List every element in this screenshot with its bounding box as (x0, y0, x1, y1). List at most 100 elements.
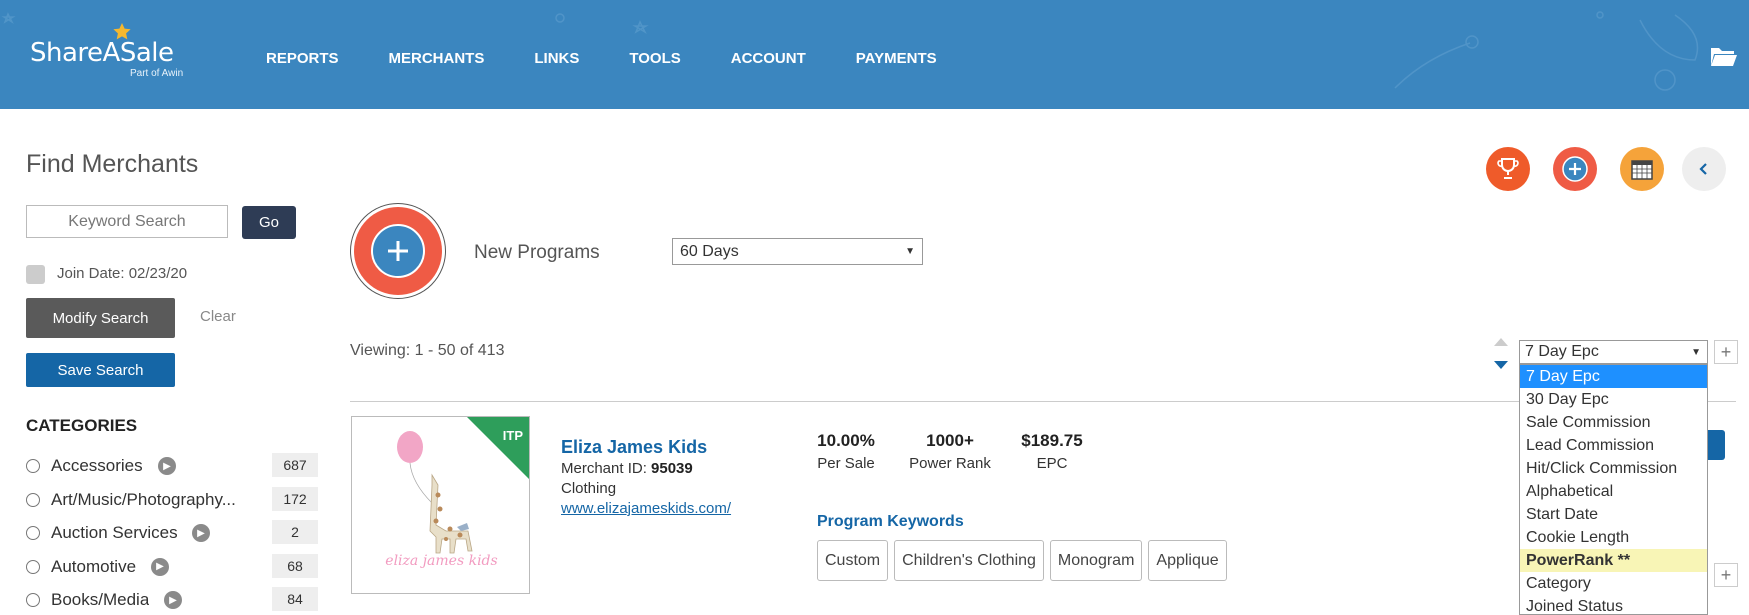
modify-search-button[interactable]: Modify Search (26, 298, 175, 338)
keyword-tag[interactable]: Children's Clothing (894, 540, 1044, 581)
sort-option[interactable]: Category (1520, 572, 1707, 595)
page-title: Find Merchants (26, 150, 199, 178)
plus-sign (388, 241, 408, 261)
save-search-button[interactable]: Save Search (26, 353, 175, 387)
category-item[interactable]: Auction Services ▶ 2 (26, 520, 318, 556)
category-radio[interactable] (26, 559, 40, 574)
new-programs-label: New Programs (474, 242, 600, 263)
trophy-icon (1497, 158, 1519, 179)
category-radio[interactable] (26, 526, 40, 540)
new-programs-badge[interactable] (350, 203, 446, 299)
merchant-name[interactable]: Eliza James Kids (561, 437, 707, 458)
category-name: Art/Music/Photography... (51, 489, 236, 509)
category-item[interactable]: Accessories ▶ 687 (26, 453, 318, 489)
category-count: 2 (272, 520, 318, 544)
expand-merchant-button[interactable]: + (1714, 563, 1738, 587)
category-name: Accessories (51, 456, 143, 475)
keyword-tag[interactable]: Custom (817, 540, 889, 581)
category-count: 687 (272, 453, 318, 477)
brand-name: ShareASale (30, 38, 174, 68)
nav-reports[interactable]: REPORTS (266, 50, 339, 67)
category-radio[interactable] (26, 492, 40, 507)
program-keywords-list: Custom Children's Clothing Monogram Appl… (817, 540, 1233, 581)
main-nav: REPORTS MERCHANTS LINKS TOOLS ACCOUNT PA… (266, 50, 987, 67)
merchant-id: Merchant ID: 95039 (561, 460, 693, 477)
chevron-left-icon (1699, 163, 1707, 175)
chevron-right-icon[interactable]: ▶ (192, 524, 210, 542)
keyword-tag[interactable]: Applique (1148, 540, 1227, 581)
category-item[interactable]: Art/Music/Photography... 172 (26, 486, 318, 523)
caret-down-icon: ▼ (905, 246, 915, 257)
stat-per-sale: 10.00% Per Sale (814, 431, 878, 472)
category-radio[interactable] (26, 593, 40, 607)
calendar-icon (1631, 160, 1653, 180)
top-navigation-bar: ShareASale Part of Awin REPORTS MERCHANT… (0, 0, 1749, 109)
sort-option[interactable]: 30 Day Epc (1520, 388, 1707, 411)
sort-option[interactable]: Start Date (1520, 503, 1707, 526)
nav-links[interactable]: LINKS (534, 50, 579, 67)
chevron-right-icon[interactable]: ▶ (151, 557, 169, 576)
sort-option[interactable]: Joined Status (1520, 595, 1707, 615)
categories-heading: CATEGORIES (26, 416, 138, 435)
category-count: 84 (272, 587, 318, 611)
brand-logo[interactable]: ShareASale Part of Awin (30, 22, 200, 82)
stat-value: 1000+ (926, 431, 974, 450)
sort-option[interactable]: Sale Commission (1520, 411, 1707, 434)
sort-select-value: 7 Day Epc (1525, 343, 1599, 360)
sort-select[interactable]: 7 Day Epc ▼ (1519, 340, 1708, 364)
merchant-id-value: 95039 (651, 460, 693, 477)
sort-option[interactable]: PowerRank ** (1520, 549, 1707, 572)
nav-account[interactable]: ACCOUNT (731, 50, 806, 67)
chevron-right-icon[interactable]: ▶ (164, 591, 182, 609)
sort-dropdown-list: 7 Day Epc 30 Day Epc Sale Commission Lea… (1519, 364, 1708, 615)
nav-payments[interactable]: PAYMENTS (856, 50, 937, 67)
clear-link[interactable]: Clear (200, 308, 236, 325)
join-program-button[interactable] (1708, 430, 1725, 460)
sort-option[interactable]: Hit/Click Commission (1520, 457, 1707, 480)
sort-descending-icon[interactable] (1494, 361, 1508, 369)
keyword-tag[interactable]: Monogram (1049, 540, 1143, 581)
itp-badge-text: ITP (502, 428, 523, 443)
expand-all-button[interactable]: + (1714, 340, 1738, 364)
add-program-button[interactable] (1553, 147, 1597, 191)
chevron-right-icon[interactable]: ▶ (158, 457, 176, 475)
stat-label: Per Sale (817, 455, 875, 472)
nav-tools[interactable]: TOOLS (629, 50, 680, 67)
plus-icon (371, 224, 425, 278)
category-name: Auction Services (51, 523, 178, 542)
days-select[interactable]: 60 Days ▼ (672, 238, 923, 265)
keyword-search-input[interactable] (26, 205, 228, 238)
viewing-count: Viewing: 1 - 50 of 413 (350, 342, 505, 359)
category-count: 172 (272, 486, 318, 511)
merchant-id-label: Merchant ID: (561, 460, 652, 477)
merchant-url-link[interactable]: www.elizajameskids.com/ (561, 500, 731, 517)
calendar-button[interactable] (1620, 147, 1664, 191)
plus-circle-icon (1562, 156, 1588, 182)
join-date-checkbox[interactable] (26, 265, 45, 284)
sort-ascending-icon[interactable] (1494, 338, 1508, 346)
stat-power-rank: 1000+ Power Rank (904, 431, 996, 472)
collapse-button[interactable] (1682, 147, 1726, 191)
days-select-value: 60 Days (680, 242, 739, 260)
category-name: Books/Media (51, 590, 150, 609)
new-programs-ring (354, 207, 442, 295)
go-button[interactable]: Go (242, 206, 296, 239)
stat-value: $189.75 (1021, 431, 1083, 450)
stat-label: Power Rank (909, 455, 991, 472)
sort-option[interactable]: 7 Day Epc (1520, 365, 1707, 388)
nav-merchants[interactable]: MERCHANTS (389, 50, 485, 67)
brand-subtitle: Part of Awin (130, 68, 184, 79)
category-name: Automotive (51, 556, 137, 576)
stat-epc: $189.75 EPC (1016, 431, 1088, 472)
stat-value: 10.00% (817, 431, 875, 450)
sort-option[interactable]: Alphabetical (1520, 480, 1707, 503)
sort-option[interactable]: Lead Commission (1520, 434, 1707, 457)
merchant-logo[interactable]: eliza james kids ITP (351, 416, 530, 594)
sort-option[interactable]: Cookie Length (1520, 526, 1707, 549)
category-item[interactable]: Automotive ▶ 68 (26, 553, 318, 590)
category-item[interactable]: Books/Media ▶ 84 (26, 587, 318, 615)
category-radio[interactable] (26, 459, 40, 473)
folder-icon[interactable] (1710, 45, 1738, 67)
trophy-button[interactable] (1486, 147, 1530, 191)
caret-down-icon: ▼ (1691, 347, 1701, 358)
